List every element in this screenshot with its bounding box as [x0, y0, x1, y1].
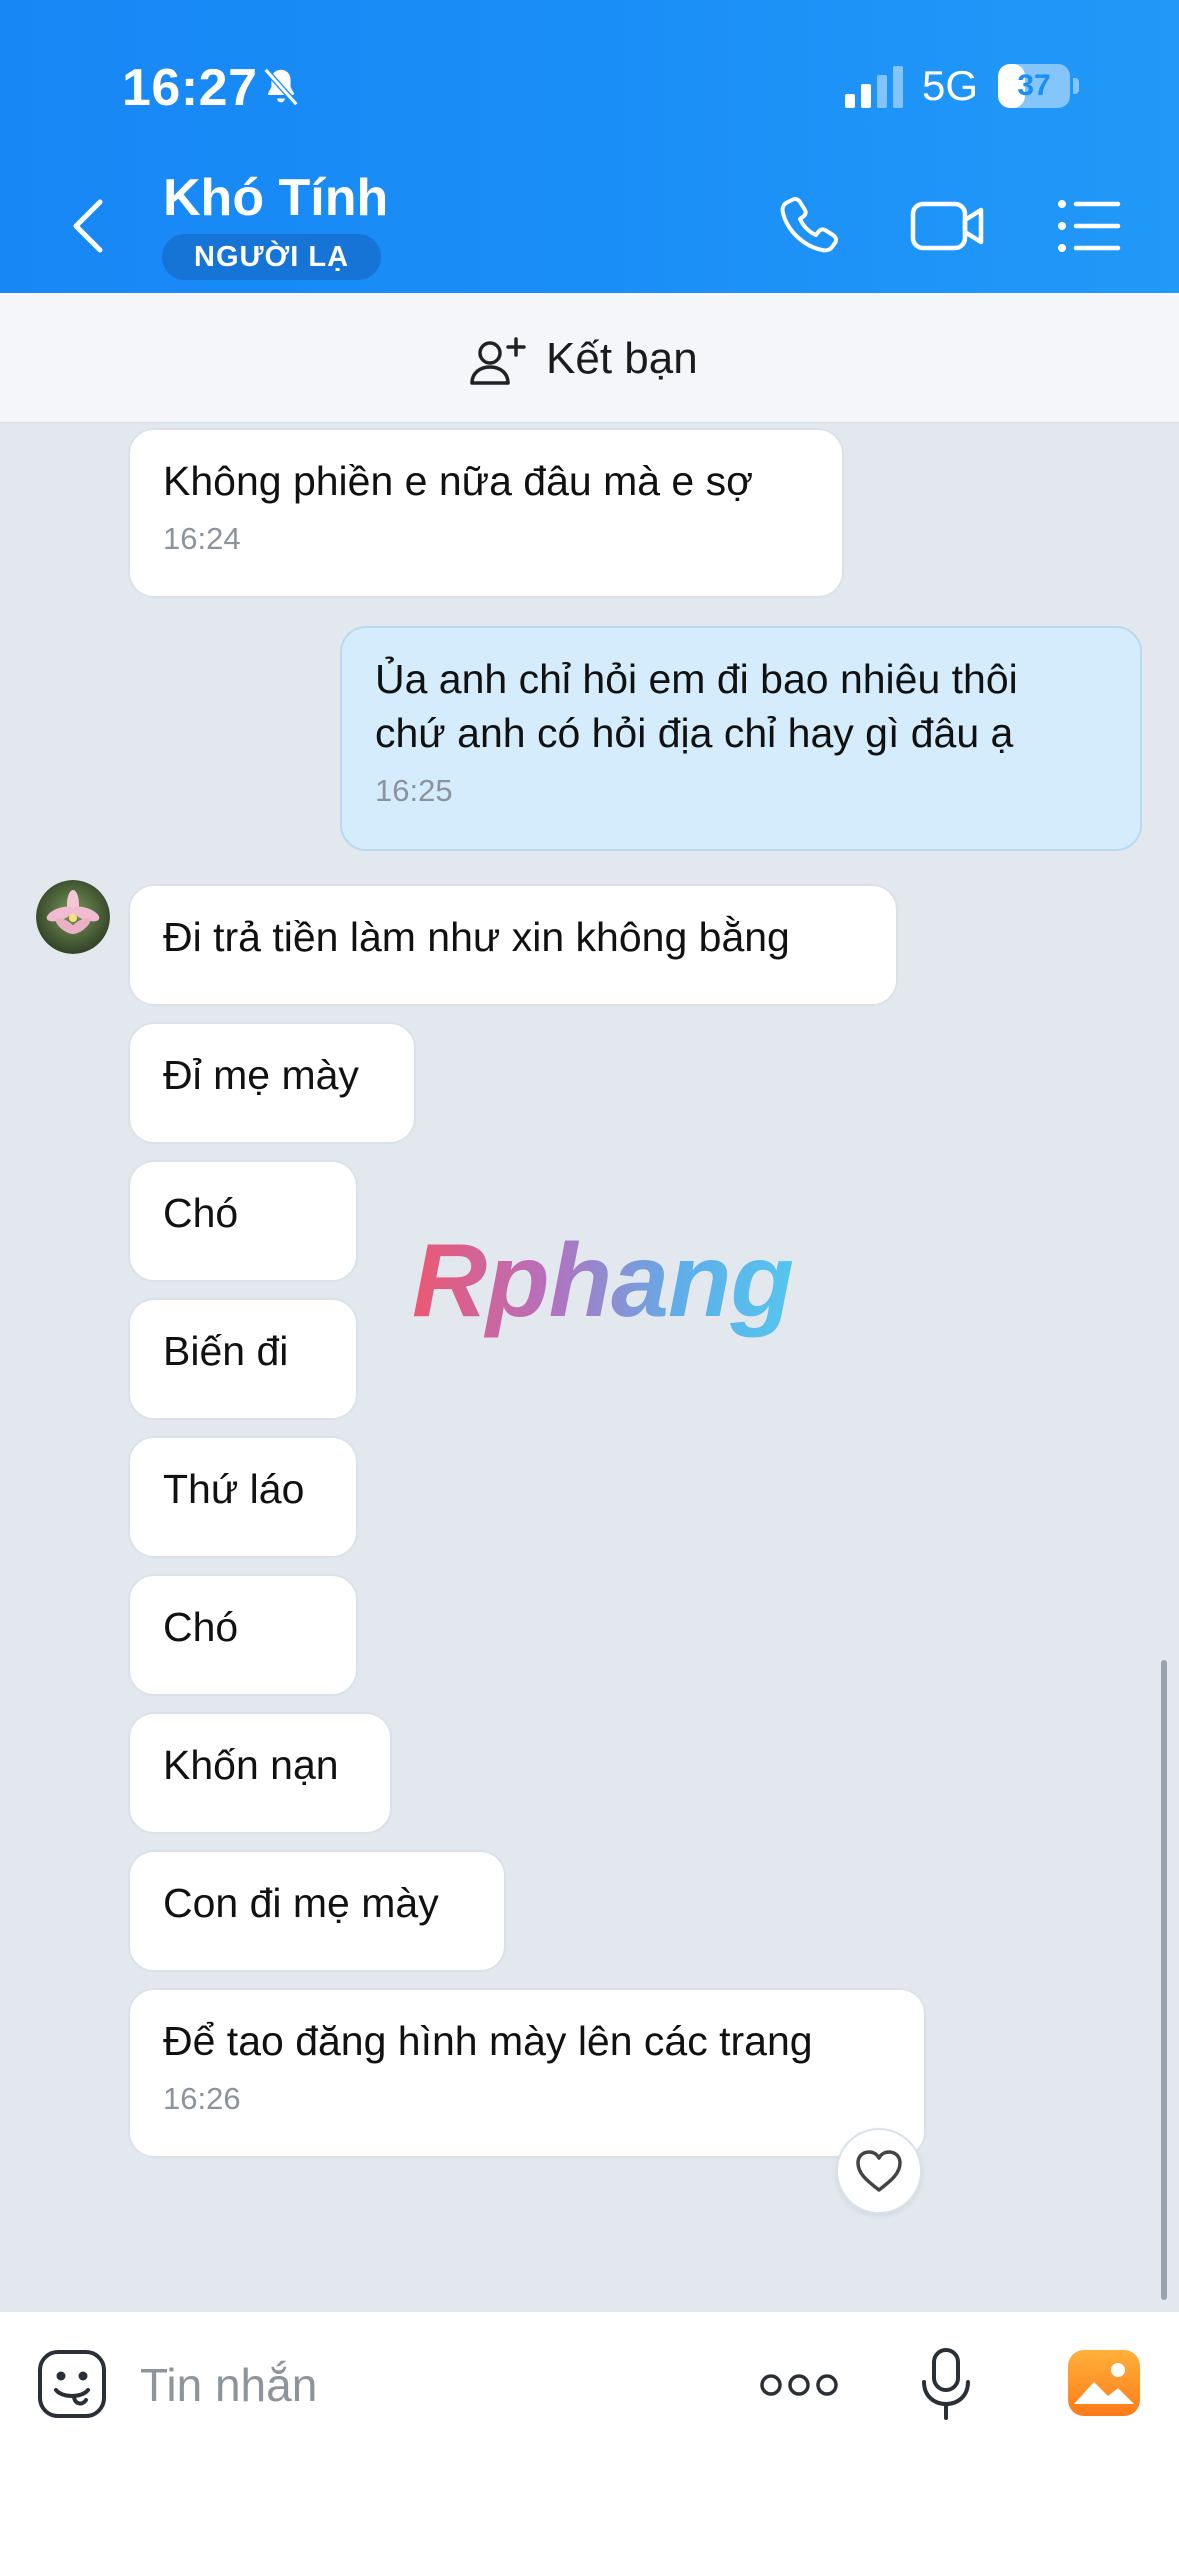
message-text: Chó — [163, 1604, 239, 1650]
network-label: 5G — [922, 62, 979, 109]
bell-muted-icon — [263, 67, 299, 107]
back-button[interactable] — [58, 190, 118, 262]
status-time: 16:27 — [122, 59, 258, 117]
signal-icon — [845, 66, 903, 108]
message-text: Đi trả tiền làm như xin không bằng — [163, 914, 790, 960]
message-bubble[interactable]: Không phiền e nữa đâu mà e sợ 16:24 — [128, 428, 844, 598]
react-heart-button[interactable] — [836, 2128, 922, 2214]
message-text: Không phiền e nữa đâu mà e sợ — [163, 458, 754, 504]
message-bubble[interactable]: Chó — [128, 1574, 358, 1696]
message-text: Ủa anh chỉ hỏi em đi bao nhiêu thôi chứ … — [375, 656, 1018, 756]
chat-header: 16:27 5G 37 Khó Tính NGƯỜI LẠ — [0, 0, 1179, 293]
menu-list-button[interactable] — [1050, 190, 1130, 262]
message-bubble[interactable]: Đỉ mẹ mày — [128, 1022, 416, 1144]
contact-avatar[interactable] — [36, 880, 110, 954]
battery-percent: 37 — [1017, 69, 1051, 102]
watermark-logo: Rphang — [412, 1223, 794, 1339]
message-time: 16:24 — [163, 521, 241, 556]
add-friend-icon — [470, 337, 526, 385]
message-text: Thứ láo — [163, 1466, 305, 1512]
battery-indicator: 37 — [998, 64, 1079, 108]
message-input[interactable] — [140, 2350, 700, 2420]
message-bubble[interactable]: Chó — [128, 1160, 358, 1282]
message-text: Con đi mẹ mày — [163, 1880, 439, 1926]
add-friend-label[interactable]: Kết bạn — [546, 334, 698, 384]
my-message-bubble[interactable]: Ủa anh chỉ hỏi em đi bao nhiêu thôi chứ … — [340, 626, 1142, 851]
message-bubble[interactable]: Thứ láo — [128, 1436, 358, 1558]
message-text: Khốn nạn — [163, 1742, 339, 1788]
message-time: 16:25 — [375, 773, 453, 808]
message-bubble[interactable]: Khốn nạn — [128, 1712, 392, 1834]
video-call-button[interactable] — [908, 190, 988, 262]
microphone-button[interactable] — [918, 2346, 974, 2422]
contact-name[interactable]: Khó Tính — [163, 168, 388, 228]
message-bubble[interactable]: Con đi mẹ mày — [128, 1850, 506, 1972]
message-bubble[interactable]: Biến đi — [128, 1298, 358, 1420]
message-input-bar — [0, 2312, 1179, 2556]
message-text: Chó — [163, 1190, 239, 1236]
photo-gallery-button[interactable] — [1066, 2348, 1142, 2418]
heart-icon — [856, 2150, 902, 2192]
message-time: 16:26 — [163, 2081, 241, 2116]
emoji-sticker-button[interactable] — [36, 2348, 108, 2420]
stranger-badge: NGƯỜI LẠ — [162, 234, 382, 280]
more-options-button[interactable] — [758, 2365, 840, 2405]
scrollbar[interactable] — [1161, 1660, 1167, 2300]
phone-call-button[interactable] — [770, 190, 850, 262]
message-text: Đỉ mẹ mày — [163, 1052, 359, 1098]
message-bubble[interactable]: Để tao đăng hình mày lên các trang 16:26 — [128, 1988, 926, 2158]
message-text: Biến đi — [163, 1328, 289, 1374]
message-bubble[interactable]: Đi trả tiền làm như xin không bằng — [128, 884, 898, 1006]
message-text: Để tao đăng hình mày lên các trang — [163, 2018, 813, 2064]
